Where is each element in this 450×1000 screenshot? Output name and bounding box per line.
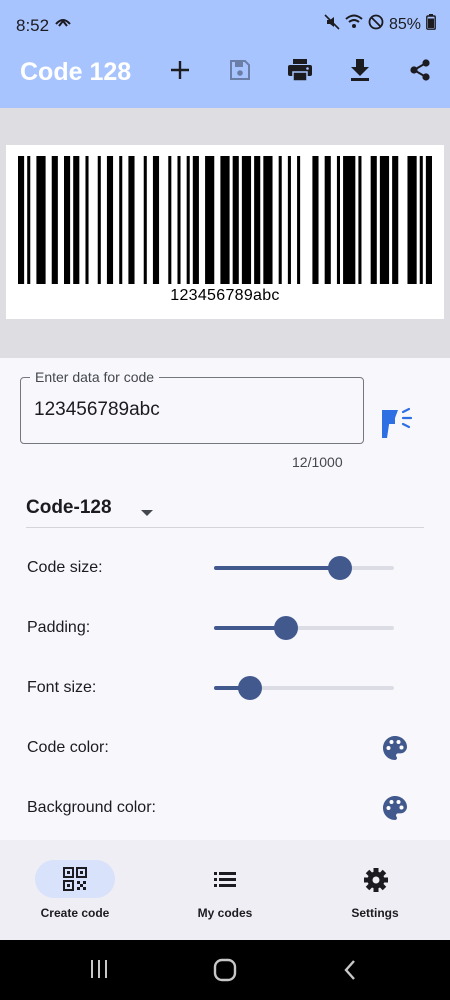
dropdown-arrow-icon[interactable] — [140, 504, 154, 522]
barcode-bar — [168, 156, 172, 284]
barcode-bar — [192, 156, 199, 284]
barcode-bar — [392, 156, 399, 284]
barcode-bar — [419, 156, 423, 284]
recent-apps-icon[interactable] — [89, 959, 109, 984]
barcode-bar — [358, 156, 362, 284]
wifi-icon — [345, 14, 363, 35]
barcode-bar — [232, 156, 239, 284]
download-button[interactable] — [342, 54, 378, 90]
battery-icon — [426, 14, 436, 35]
barcode-bar — [287, 156, 291, 284]
data-input-label: Enter data for code — [30, 369, 160, 385]
barcode-bar — [73, 156, 80, 284]
nav-label: My codes — [197, 906, 253, 920]
barcode-bar — [220, 156, 230, 284]
barcode-bar — [27, 156, 31, 284]
nav-label: Create code — [40, 906, 110, 920]
do-not-disturb-icon — [368, 14, 384, 35]
character-counter: 12/1000 — [292, 454, 343, 470]
padding-slider[interactable] — [214, 616, 394, 640]
barcode-bar — [312, 156, 319, 284]
status-time: 8:52 — [16, 16, 50, 35]
background-color-button[interactable] — [382, 795, 408, 821]
code-size-label: Code size: — [27, 559, 103, 576]
barcode-image — [18, 156, 432, 284]
padding-label: Padding: — [27, 619, 91, 636]
barcode-bar — [119, 156, 123, 284]
nav-my-codes[interactable]: My codes — [150, 840, 300, 940]
qr-code-icon — [63, 867, 87, 891]
barcode-bar — [64, 156, 71, 284]
barcode-bar — [85, 156, 89, 284]
barcode-bar — [297, 156, 301, 284]
print-icon — [287, 58, 313, 87]
palette-icon — [382, 736, 408, 765]
barcode-bar — [407, 156, 417, 284]
font-size-label: Font size: — [27, 679, 97, 696]
add-icon — [169, 59, 191, 86]
nav-label: Settings — [351, 906, 399, 920]
download-icon — [349, 58, 371, 87]
battery-percent: 85% — [388, 15, 421, 33]
palette-icon — [382, 796, 408, 825]
scan-button[interactable] — [378, 404, 422, 448]
barcode-bar — [370, 156, 377, 284]
slider-thumb[interactable] — [328, 556, 352, 580]
back-icon[interactable] — [343, 959, 357, 986]
select-underline — [26, 527, 424, 528]
save-button[interactable] — [222, 54, 258, 90]
add-button[interactable] — [162, 54, 198, 90]
barcode-bar — [106, 156, 114, 284]
share-button[interactable] — [402, 54, 438, 90]
home-icon[interactable] — [213, 958, 237, 987]
barcode-bar — [186, 156, 190, 284]
barcode-bar — [241, 156, 252, 284]
slider-thumb[interactable] — [274, 616, 298, 640]
barcode-bar — [336, 156, 340, 284]
barcode-bar — [97, 156, 101, 284]
eye-comfort-icon — [54, 15, 72, 36]
print-button[interactable] — [282, 54, 318, 90]
data-input[interactable] — [34, 399, 344, 421]
barcode-bar — [425, 156, 432, 284]
mute-icon — [324, 14, 340, 35]
code-type-select[interactable]: Code-128 — [26, 497, 112, 519]
nav-settings[interactable]: Settings — [300, 840, 450, 940]
barcode-bar — [263, 156, 273, 284]
barcode-caption: 123456789abc — [170, 287, 280, 304]
page-title: Code 128 — [20, 58, 132, 86]
code-color-button[interactable] — [382, 735, 408, 761]
code-color-label: Code color: — [27, 739, 109, 756]
barcode-scanner-icon — [378, 404, 422, 453]
barcode-bar — [177, 156, 181, 284]
barcode-bar — [18, 156, 25, 284]
barcode-bar — [254, 156, 261, 284]
status-indicators: 85% — [324, 14, 436, 35]
barcode-bar — [51, 156, 58, 284]
code-size-slider[interactable] — [214, 556, 394, 580]
barcode-bar — [36, 156, 46, 284]
barcode-bar — [343, 156, 356, 284]
list-icon — [213, 867, 237, 891]
slider-fill — [214, 566, 340, 570]
settings-icon — [363, 867, 388, 892]
save-icon — [228, 58, 252, 87]
nav-create-code[interactable]: Create code — [0, 840, 150, 940]
barcode-bar — [152, 156, 160, 284]
font-size-slider[interactable] — [214, 676, 394, 700]
barcode-bar — [205, 156, 215, 284]
barcode-bar — [379, 156, 390, 284]
barcode-bar — [278, 156, 282, 284]
slider-thumb[interactable] — [238, 676, 262, 700]
background-color-label: Background color: — [27, 799, 156, 816]
barcode-bar — [143, 156, 147, 284]
barcode-bar — [128, 156, 135, 284]
share-icon — [408, 58, 432, 87]
barcode-bar — [324, 156, 331, 284]
